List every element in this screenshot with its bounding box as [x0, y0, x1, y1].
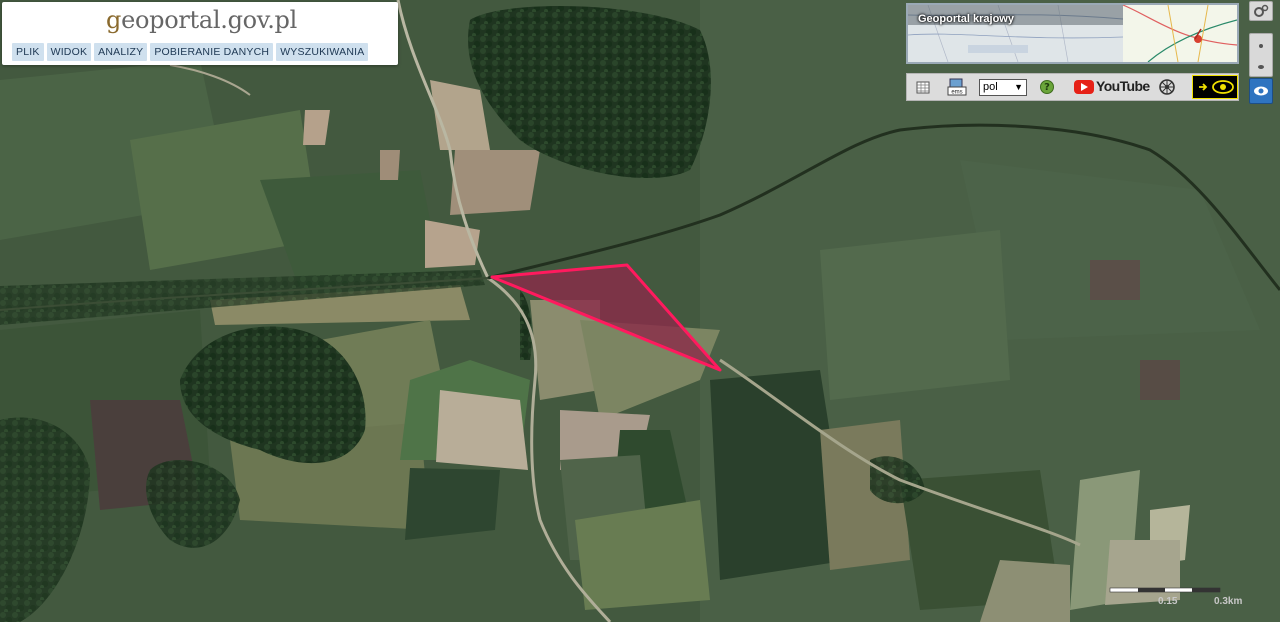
wheel-icon[interactable]	[1158, 78, 1176, 96]
menu-item-wyszukiwania[interactable]: WYSZUKIWANIA	[276, 43, 369, 61]
zoom-slider[interactable]	[1249, 33, 1273, 77]
youtube-icon[interactable]	[1074, 80, 1094, 94]
scale-label-end: 0.3km	[1214, 596, 1243, 607]
help-icon[interactable]: ?	[1040, 80, 1054, 94]
menu-item-widok[interactable]: WIDOK	[46, 43, 92, 61]
logo-letter-g: g	[106, 6, 122, 34]
scale-bar: 0.15 0.3km	[1108, 584, 1258, 614]
overview-title: Geoportal krajowy	[918, 13, 1014, 25]
overview-map-panel[interactable]: Geoportal krajowy	[906, 3, 1239, 64]
svg-text:ems: ems	[951, 90, 962, 96]
settings-button[interactable]	[1249, 1, 1273, 21]
geoportal-logo[interactable]: geoportal.gov.pl	[106, 6, 297, 34]
menu-item-plik[interactable]: PLIK	[12, 43, 44, 61]
logo-text: eoportal.gov.pl	[121, 6, 297, 34]
ems-icon[interactable]: ems	[947, 78, 967, 96]
scale-bar-graphic	[1109, 587, 1221, 593]
zoom-dots-icon	[1258, 44, 1264, 69]
header-panel: geoportal.gov.pl PLIK WIDOK ANALIZY POBI…	[2, 2, 398, 65]
gear-icon	[1254, 4, 1269, 17]
language-value: pol	[983, 81, 998, 93]
eye-icon	[1254, 86, 1268, 96]
menu-item-pobieranie-danych[interactable]: POBIERANIE DANYCH	[150, 43, 274, 61]
chevron-down-icon: ▼	[1014, 82, 1023, 92]
table-icon[interactable]	[916, 78, 930, 96]
visibility-button[interactable]	[1249, 78, 1273, 104]
menu-item-analizy[interactable]: ANALIZY	[94, 43, 148, 61]
main-menu: PLIK WIDOK ANALIZY POBIERANIE DANYCH WYS…	[12, 43, 369, 61]
language-select[interactable]: pol ▼	[979, 79, 1027, 96]
scale-label-mid: 0.15	[1158, 596, 1178, 607]
accessibility-eye-icon[interactable]	[1192, 75, 1238, 99]
map-toolbar: ems pol ▼ ? YouTube	[906, 73, 1239, 101]
youtube-label[interactable]: YouTube	[1096, 78, 1150, 94]
